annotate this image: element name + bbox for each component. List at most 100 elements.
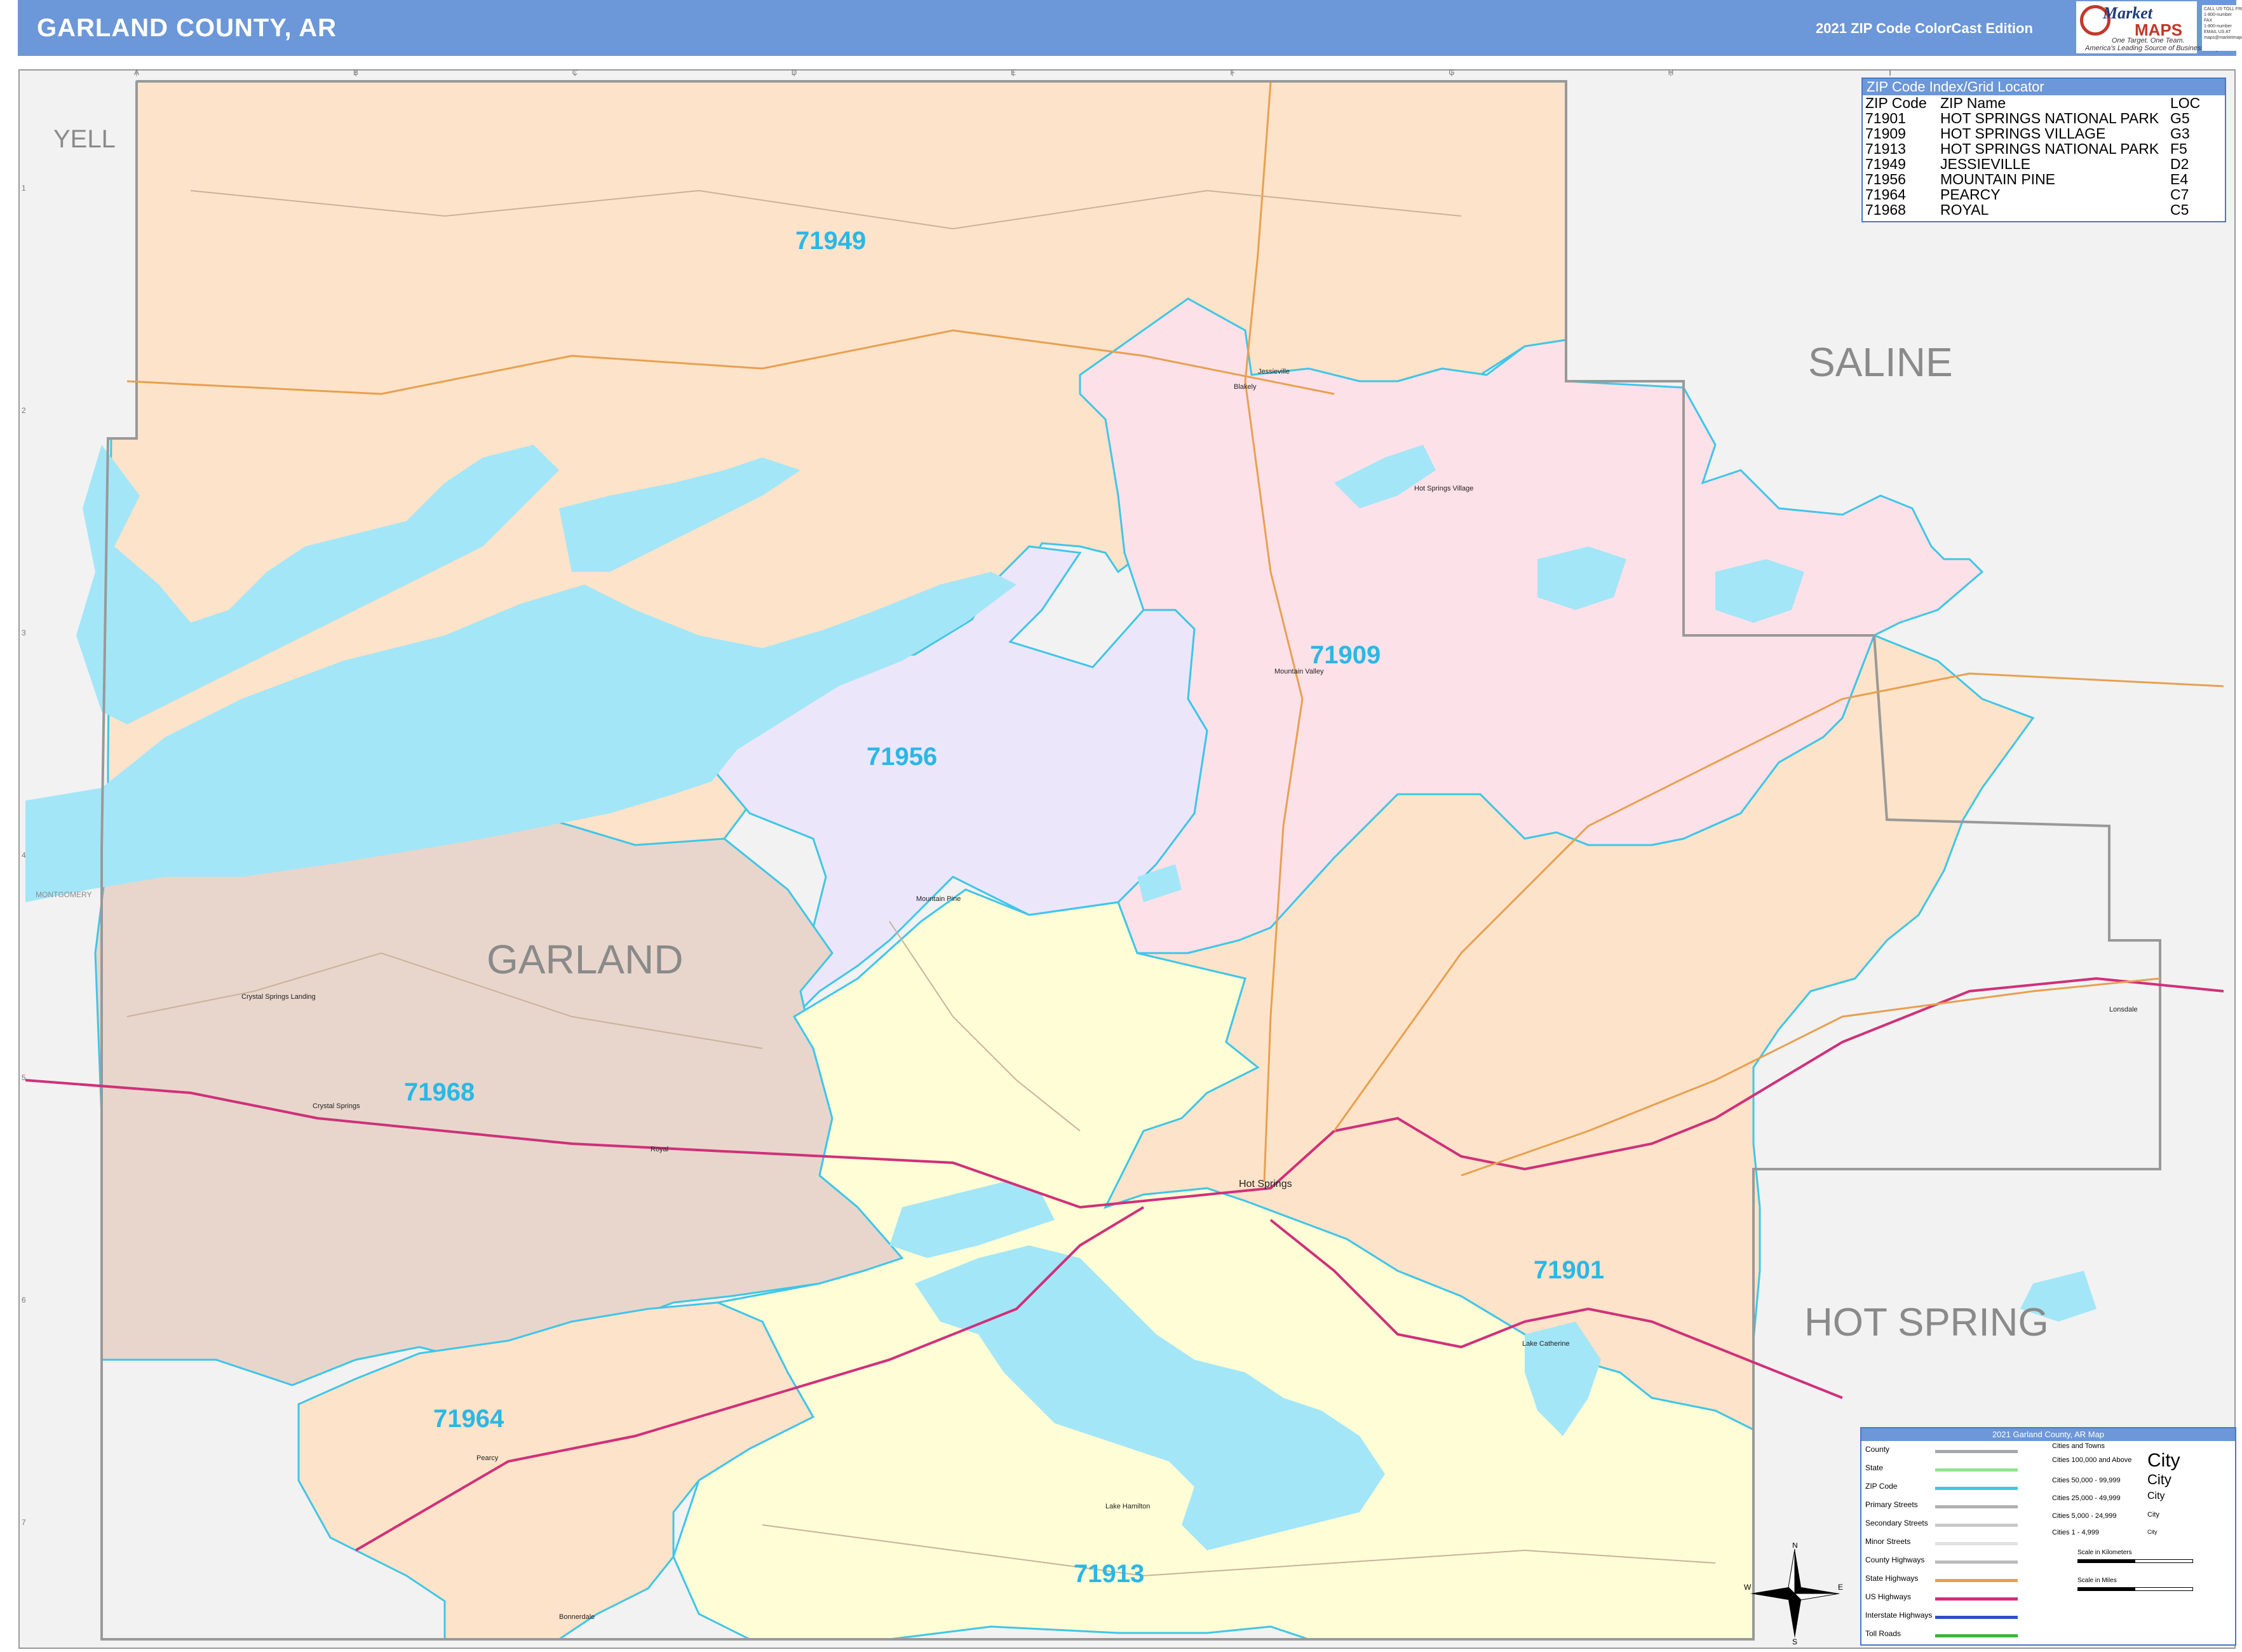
legend-item-label: County [1865,1445,1890,1454]
place-label: Mountain Valley [1274,668,1324,675]
zip-loc-cell: C7 [2170,186,2189,203]
zip-code-cell: 71901 [1865,110,1906,126]
zip-name-cell: HOT SPRINGS VILLAGE [1940,125,2106,142]
compass-w: W [1744,1583,1752,1592]
zip-map[interactable]: A B C D E F G H I 1 2 3 4 5 6 7 YELL SAL… [0,0,2242,1652]
legend-item: Interstate Highways [1865,1611,2018,1623]
zip-index-title: ZIP Code Index/Grid Locator [1863,79,2225,95]
zip-name-cell: ROYAL [1940,201,1989,218]
scale-mi-label: Scale in Miles [2077,1577,2117,1584]
grid-row-label: 7 [22,1518,26,1527]
zip-label-71964: 71964 [433,1405,504,1433]
zip-loc-cell: D2 [2170,156,2189,172]
city-class-label: Cities 50,000 - 99,999 [2052,1477,2121,1484]
legend-swatch [1935,1616,2018,1619]
zip-code-cell: 71968 [1865,201,1906,218]
scale-km-label: Scale in Kilometers [2077,1549,2132,1556]
place-label: Hot Springs [1239,1179,1292,1189]
zip-name-cell: MOUNTAIN PINE [1940,171,2056,187]
legend-title: 2021 Garland County, AR Map [1861,1428,2235,1441]
place-label: Bonnerdale [559,1613,595,1621]
grid-row-label: 2 [22,406,26,415]
neighbor-montgomery: MONTGOMERY [36,890,91,899]
legend-swatch [1935,1597,2018,1601]
legend-item-label: Secondary Streets [1865,1519,1928,1527]
cities-title: Cities and Towns [2052,1442,2105,1450]
zip-loc-cell: G3 [2170,125,2190,142]
zip-name-cell: JESSIEVILLE [1940,156,2030,172]
legend-item-label: Interstate Highways [1865,1611,1933,1620]
legend-swatch [1935,1542,2018,1545]
zip-index-header-row: ZIP Code ZIP Name LOC [1863,95,2225,111]
zip-name-cell: PEARCY [1940,186,2001,203]
grid-row-label: 3 [22,628,26,637]
legend-item: ZIP Code [1865,1482,2018,1494]
legend-item: Toll Roads [1865,1629,2018,1642]
zip-code-cell: 71913 [1865,140,1906,157]
place-label: Mountain Pine [916,895,961,903]
city-sample: City [2147,1472,2171,1487]
legend-item-label: County Highways [1865,1555,1925,1564]
grid-row-label: 1 [22,184,26,193]
city-sample: City [2147,1491,2165,1501]
compass-rose-icon: N S E W [1744,1543,1843,1644]
zip-label-71956: 71956 [867,743,937,771]
scale-mi-bar [2077,1587,2193,1591]
grid-row-label: 6 [22,1296,26,1304]
city-class-label: Cities 100,000 and Above [2052,1456,2132,1464]
legend-item: County Highways [1865,1555,2018,1568]
legend-item: Minor Streets [1865,1537,2018,1550]
legend-item-label: Minor Streets [1865,1537,1911,1546]
grid-col-label: E [1011,68,1016,77]
legend-item-label: US Highways [1865,1592,1912,1601]
table-row: 71901 HOT SPRINGS NATIONAL PARK G5 [1863,111,2225,126]
grid-col-label: F [1230,68,1234,77]
legend-swatch [1935,1450,2018,1453]
city-sample: City [2147,1529,2158,1535]
legend-item: Primary Streets [1865,1500,2018,1513]
zip-code-cell: 71909 [1865,125,1906,142]
legend-swatch [1935,1505,2018,1508]
legend-swatch [1935,1634,2018,1637]
zip-label-71913: 71913 [1074,1560,1144,1588]
place-label: Lake Hamilton [1105,1503,1150,1510]
grid-row-label: 4 [22,851,26,860]
zip-index-col-header: ZIP Name [1940,95,2006,111]
county-label-garland: GARLAND [487,937,683,982]
compass-s: S [1792,1637,1797,1644]
table-row: 71949 JESSIEVILLE D2 [1863,156,2225,172]
zip-loc-cell: C5 [2170,201,2189,218]
compass-e: E [1838,1583,1843,1592]
legend-item: US Highways [1865,1592,2018,1605]
table-row: 71964 PEARCY C7 [1863,187,2225,202]
city-sample: City [2147,1450,2180,1471]
place-label: Lonsdale [2109,1006,2138,1013]
zip-label-71949: 71949 [795,227,866,255]
zip-loc-cell: G5 [2170,110,2190,126]
neighbor-hot-spring: HOT SPRING [1804,1301,2049,1344]
place-label: Jessieville [1258,368,1290,376]
place-label: Pearcy [476,1454,499,1462]
neighbor-saline: SALINE [1808,339,1953,385]
legend-item-label: State Highways [1865,1574,1919,1583]
legend-swatch [1935,1468,2018,1472]
zip-loc-cell: E4 [2170,171,2189,187]
legend-item: State [1865,1463,2018,1476]
grid-col-label: C [572,68,578,77]
zip-index-table: ZIP Code Index/Grid Locator ZIP Code ZIP… [1861,78,2226,222]
city-class-label: Cities 1 - 4,999 [2052,1529,2099,1536]
zip-name-cell: HOT SPRINGS NATIONAL PARK [1940,110,2159,126]
legend-item-label: ZIP Code [1865,1482,1898,1491]
table-row: 71909 HOT SPRINGS VILLAGE G3 [1863,126,2225,141]
zip-label-71909: 71909 [1310,641,1381,669]
grid-col-label: D [792,68,797,77]
map-legend: 2021 Garland County, AR Map County State Z… [1860,1427,2236,1646]
place-label: Blakely [1234,383,1257,391]
legend-item-label: Primary Streets [1865,1500,1918,1509]
zip-loc-cell: F5 [2170,140,2187,157]
table-row: 71968 ROYAL C5 [1863,202,2225,217]
zip-index-col-header: ZIP Code [1865,95,1927,111]
place-label: Lake Catherine [1522,1340,1570,1348]
place-label: Royal [651,1146,668,1153]
place-label: Hot Springs Village [1414,485,1473,492]
